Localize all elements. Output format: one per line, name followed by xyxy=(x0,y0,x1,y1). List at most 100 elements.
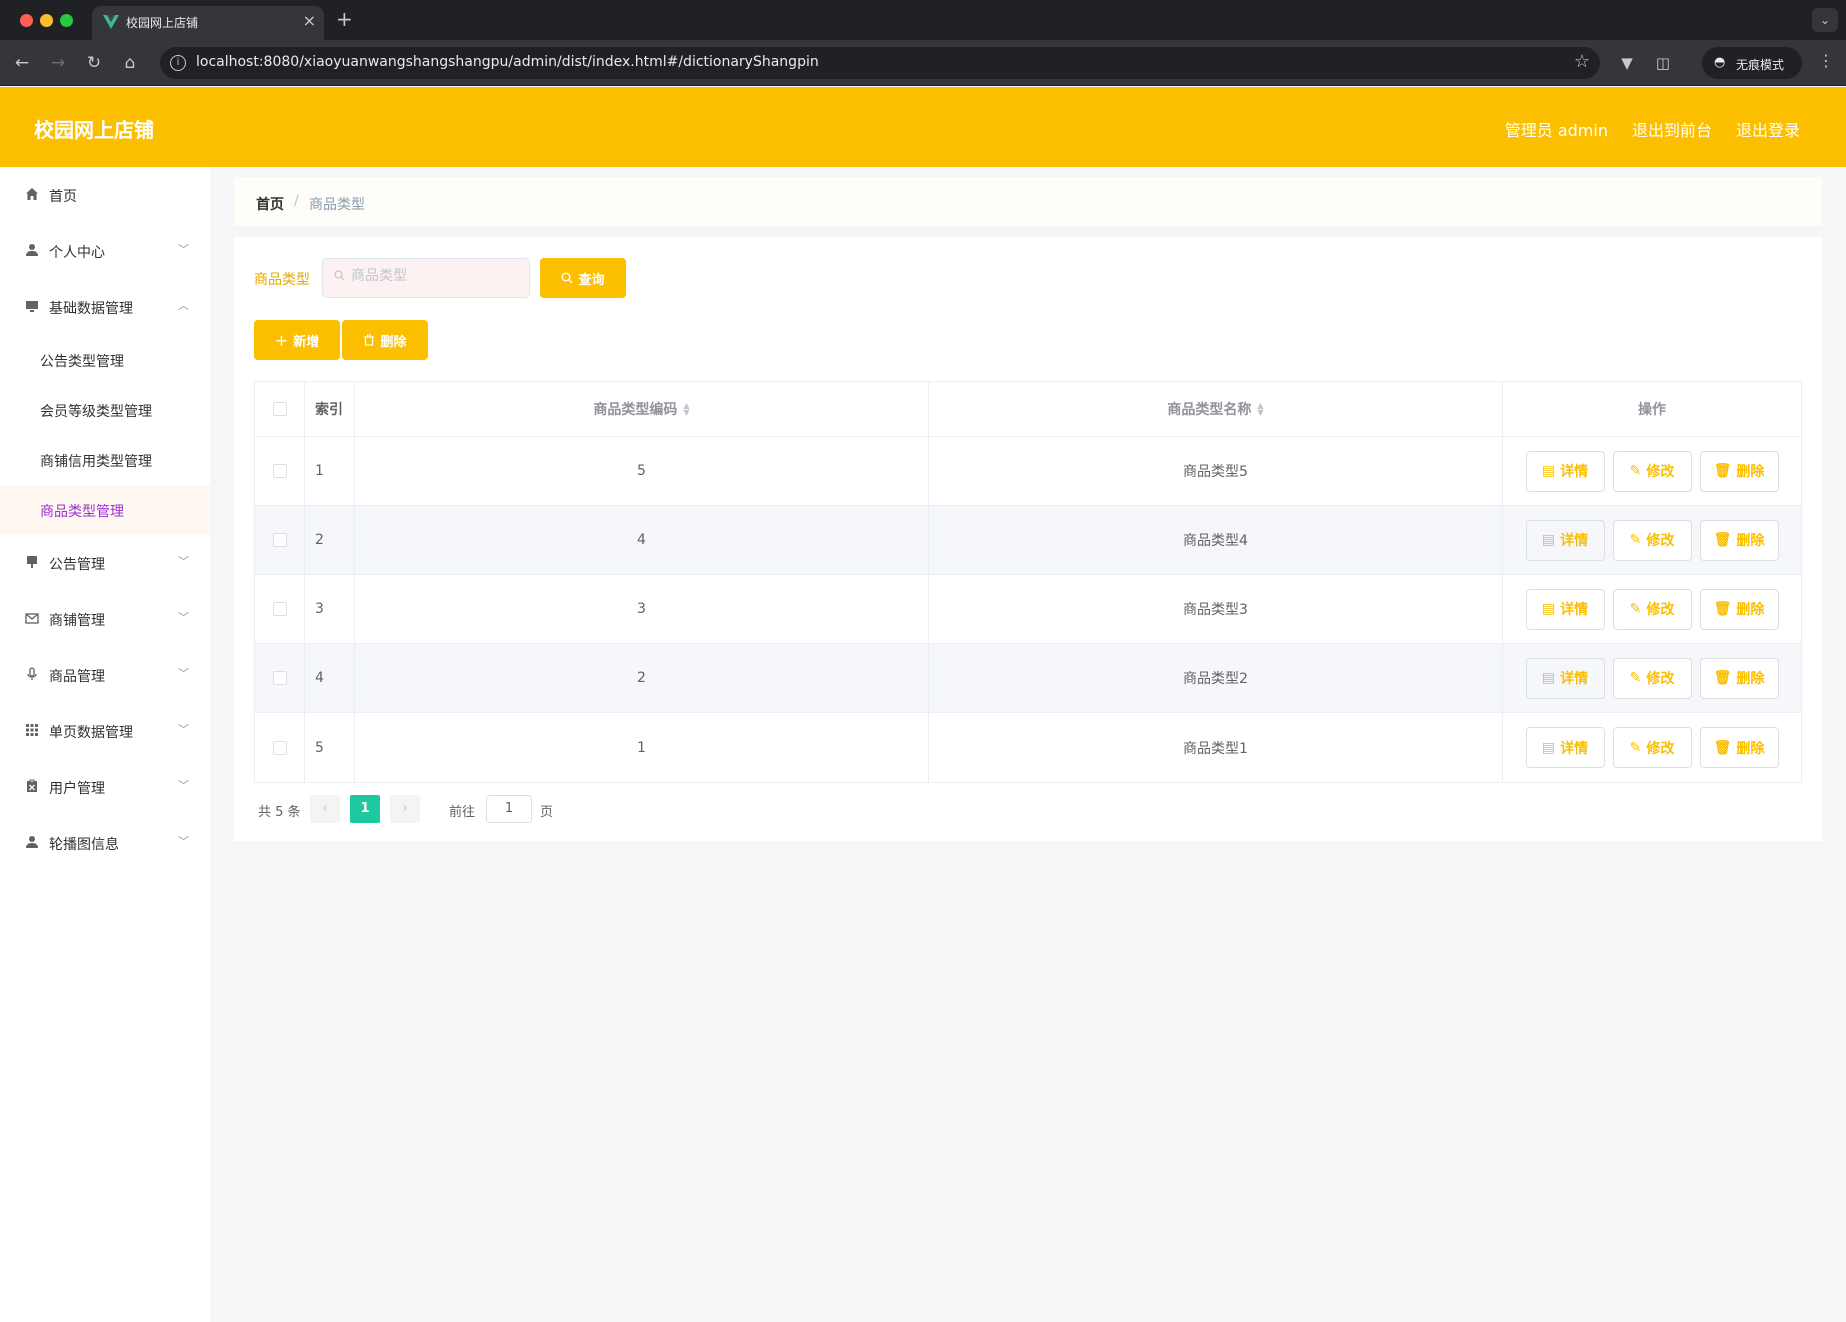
sidebar-item-label: 轮播图信息 xyxy=(49,837,119,853)
next-page-icon[interactable]: › xyxy=(390,795,420,823)
edit-button[interactable]: ✎ 修改 xyxy=(1612,727,1692,768)
sidebar-item-users[interactable]: 用户管理 ﹀ xyxy=(0,759,210,815)
new-tab-icon[interactable]: + xyxy=(336,7,353,31)
detail-button-label: 详情 xyxy=(1560,740,1589,757)
edit-icon: ✎ xyxy=(1629,601,1642,617)
sidebar-subitem-product-type[interactable]: 商品类型管理 xyxy=(0,485,210,535)
edit-button[interactable]: ✎ 修改 xyxy=(1612,657,1692,699)
row-checkbox[interactable] xyxy=(272,671,287,685)
detail-button[interactable]: ▤ 详情 xyxy=(1525,727,1605,768)
detail-button[interactable]: ▤ 详情 xyxy=(1525,519,1605,561)
incognito-indicator[interactable]: ◓ 无痕模式 xyxy=(1702,47,1802,79)
sidebar-subitem-label: 会员等级类型管理 xyxy=(40,404,152,420)
tab-close-icon[interactable]: × xyxy=(303,11,316,30)
vue-devtools-icon[interactable]: ▼ xyxy=(1616,52,1638,74)
sidebar-item-single-page[interactable]: 单页数据管理 ﹀ xyxy=(0,703,210,759)
page-suffix: 页 xyxy=(540,805,554,820)
pagination-total: 共 5 条 xyxy=(258,805,301,820)
sidebar-subitem-shop-credit[interactable]: 商铺信用类型管理 xyxy=(0,435,210,485)
detail-button[interactable]: ▤ 详情 xyxy=(1525,657,1605,699)
minimize-window-button[interactable] xyxy=(40,14,53,27)
cell-code: 5 xyxy=(355,437,929,505)
back-to-front-link[interactable]: 退出到前台 xyxy=(1632,117,1712,141)
edit-button[interactable]: ✎ 修改 xyxy=(1612,519,1692,561)
edit-button-label: 修改 xyxy=(1646,464,1675,480)
browser-menu-icon[interactable]: ⋮ xyxy=(1818,51,1834,70)
sidebar-subitem-label: 公告类型管理 xyxy=(40,354,124,370)
incognito-label: 无痕模式 xyxy=(1736,58,1785,72)
back-icon[interactable]: ← xyxy=(10,51,34,75)
delete-button-label: 删除 xyxy=(1736,602,1765,618)
page-number-current[interactable]: 1 xyxy=(350,795,380,823)
row-checkbox-cell xyxy=(255,644,305,712)
goto-page-input[interactable]: 1 xyxy=(486,795,532,823)
delete-button[interactable]: 🗑︎ 删除 xyxy=(1699,450,1779,492)
edit-button[interactable]: ✎ 修改 xyxy=(1612,588,1692,630)
sidebar-item-carousel[interactable]: 轮播图信息 ﹀ xyxy=(0,815,210,871)
logout-link[interactable]: 退出登录 xyxy=(1736,117,1800,141)
sidebar-item-basic-data[interactable]: 基础数据管理 ︿ xyxy=(0,279,210,335)
search-field[interactable] xyxy=(322,258,530,298)
maximize-window-button[interactable] xyxy=(60,14,73,27)
edit-button-label: 修改 xyxy=(1646,671,1675,687)
cell-actions: ▤ 详情 ✎ 修改 🗑︎ 删除 xyxy=(1503,713,1801,782)
row-checkbox[interactable] xyxy=(272,740,287,755)
mail-icon xyxy=(24,611,40,627)
query-button[interactable]: 查询 xyxy=(540,258,626,298)
row-checkbox[interactable] xyxy=(272,602,287,616)
select-all-checkbox[interactable] xyxy=(272,402,287,416)
bookmark-star-icon[interactable]: ☆ xyxy=(1574,51,1590,72)
column-header-code[interactable]: 商品类型编码 ▲ ▼ xyxy=(355,382,929,436)
add-button[interactable]: + 新增 xyxy=(254,320,340,360)
sidebar-item-label: 商铺管理 xyxy=(49,613,105,629)
column-header-name[interactable]: 商品类型名称 ▲ ▼ xyxy=(929,382,1503,436)
address-bar[interactable]: i localhost:8080/xiaoyuanwangshangshangp… xyxy=(160,47,1600,79)
search-icon xyxy=(561,272,573,284)
document-icon: ▤ xyxy=(1541,670,1556,686)
table-row: 2 4 商品类型4 ▤ 详情 ✎ 修改 🗑︎ 删除 xyxy=(255,506,1801,575)
goto-label: 前往 xyxy=(449,805,476,820)
detail-button[interactable]: ▤ 详情 xyxy=(1525,450,1605,492)
delete-button[interactable]: 🗑︎ 删除 xyxy=(1699,727,1779,768)
forward-icon[interactable]: → xyxy=(46,51,70,75)
home-browser-icon[interactable]: ⌂ xyxy=(118,51,142,75)
sort-icon[interactable]: ▲ ▼ xyxy=(683,402,689,417)
delete-button-label: 删除 xyxy=(1736,464,1765,480)
sort-icon[interactable]: ▲ ▼ xyxy=(1257,402,1263,417)
breadcrumb-home[interactable]: 首页 xyxy=(256,194,284,214)
sidebar-item-shops[interactable]: 商铺管理 ﹀ xyxy=(0,591,210,647)
document-icon: ▤ xyxy=(1541,532,1556,548)
column-header-label: 商品类型名称 xyxy=(1167,402,1252,418)
delete-button[interactable]: 🗑︎ 删除 xyxy=(1699,519,1779,561)
delete-button[interactable]: 🗑︎ 删除 xyxy=(1699,657,1779,699)
search-input[interactable] xyxy=(351,268,521,284)
detail-button[interactable]: ▤ 详情 xyxy=(1525,588,1605,630)
sidebar-item-home[interactable]: 首页 xyxy=(0,167,210,223)
tab-search-icon[interactable]: ⌄ xyxy=(1812,8,1838,32)
edit-button[interactable]: ✎ 修改 xyxy=(1612,450,1692,492)
table-row: 3 3 商品类型3 ▤ 详情 ✎ 修改 🗑︎ 删除 xyxy=(255,575,1801,644)
sidebar-item-profile[interactable]: 个人中心 ﹀ xyxy=(0,223,210,279)
cell-index: 2 xyxy=(305,506,355,574)
delete-button[interactable]: 🗑︎ 删除 xyxy=(1699,588,1779,630)
sidebar-item-notices[interactable]: 公告管理 ﹀ xyxy=(0,535,210,591)
row-checkbox[interactable] xyxy=(272,464,287,478)
detail-button-label: 详情 xyxy=(1560,464,1589,480)
close-window-button[interactable] xyxy=(20,14,33,27)
grid-icon xyxy=(24,723,40,739)
site-info-icon[interactable]: i xyxy=(170,55,186,71)
batch-delete-button[interactable]: 删除 xyxy=(342,320,428,360)
reload-icon[interactable]: ↻ xyxy=(82,51,106,75)
sidebar-subitem-notice-type[interactable]: 公告类型管理 xyxy=(0,335,210,385)
url-text[interactable]: localhost:8080/xiaoyuanwangshangshangpu/… xyxy=(196,54,819,70)
sidebar-subitem-member-level[interactable]: 会员等级类型管理 xyxy=(0,385,210,435)
chevron-down-icon: ﹀ xyxy=(178,779,189,792)
browser-tab[interactable]: 校园网上店铺 × xyxy=(92,6,324,40)
sidebar-item-products[interactable]: 商品管理 ﹀ xyxy=(0,647,210,703)
row-checkbox[interactable] xyxy=(272,533,287,547)
extensions-icon[interactable]: ◫ xyxy=(1652,52,1674,74)
chevron-down-icon: ﹀ xyxy=(178,667,189,680)
prev-page-icon[interactable]: ‹ xyxy=(310,795,340,823)
add-button-label: 新增 xyxy=(293,334,320,350)
delete-button-label: 删除 xyxy=(1736,671,1765,687)
